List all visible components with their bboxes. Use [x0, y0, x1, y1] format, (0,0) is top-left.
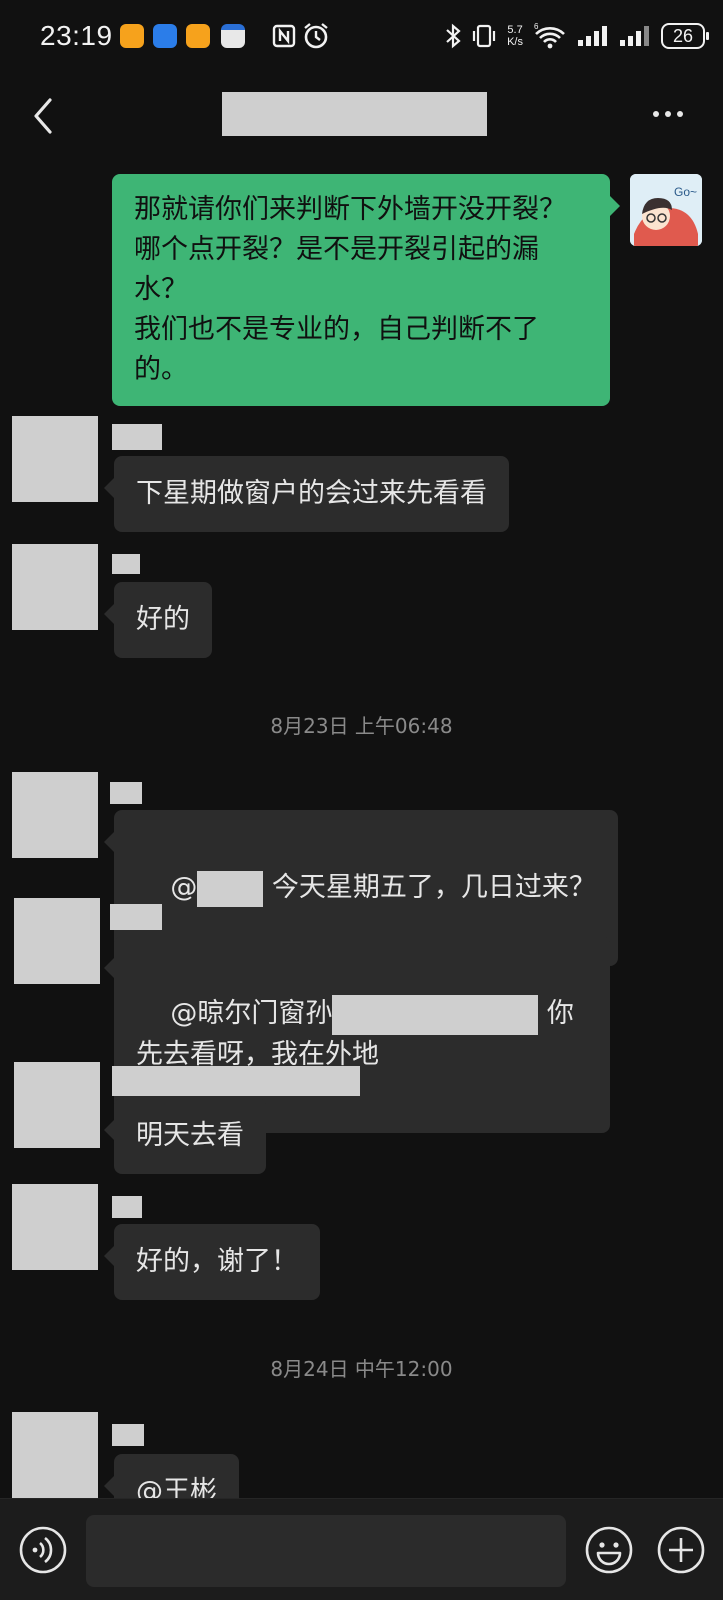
svg-text:6: 6	[534, 22, 539, 31]
sender-name-redacted	[112, 1424, 144, 1446]
sender-name-redacted	[112, 1196, 142, 1218]
avatar[interactable]	[12, 772, 98, 858]
chevron-left-icon[interactable]	[26, 96, 62, 136]
nfc-icon	[272, 24, 296, 48]
avatar[interactable]	[12, 1184, 98, 1270]
battery-icon: 26	[661, 23, 709, 49]
chat-header	[0, 74, 723, 158]
signal-icon	[578, 26, 607, 46]
dot	[677, 111, 683, 117]
chat-input-bar	[0, 1498, 723, 1600]
status-right-group: 5.7 K/s 6 26	[445, 20, 709, 52]
avatar[interactable]	[14, 1062, 100, 1148]
message-bubble-incoming[interactable]: 好的	[104, 582, 212, 658]
message-bubble-incoming[interactable]: @王彬	[104, 1454, 239, 1498]
mention-redacted	[332, 994, 539, 1035]
avatar[interactable]	[12, 1412, 98, 1498]
message-bubble-incoming[interactable]: 明天去看	[104, 1098, 266, 1174]
net-speed: 5.7 K/s	[507, 24, 523, 48]
svg-text:Go~: Go~	[674, 185, 697, 199]
sender-name-redacted	[112, 554, 140, 574]
message-bubble-incoming[interactable]: 下星期做窗户的会过来先看看	[104, 456, 509, 532]
message-timestamp: 8月23日 上午06:48	[270, 714, 453, 738]
status-bar: 23:19 5.7 K/s 6 26	[0, 0, 723, 74]
app-notification-icon	[186, 24, 210, 48]
avatar-cartoon-icon: Go~	[630, 174, 702, 246]
net-speed-value: 5.7	[507, 24, 523, 36]
mention-redacted	[197, 870, 264, 907]
sender-name-redacted	[112, 424, 162, 450]
voice-icon[interactable]	[18, 1525, 68, 1575]
avatar[interactable]	[14, 898, 100, 984]
sender-name-redacted	[110, 904, 162, 930]
mention-prefix: @晾尔门窗孙	[170, 998, 333, 1029]
chat-title-redacted	[222, 92, 487, 136]
message-text: 今天星期五了，几日过来？	[263, 872, 596, 903]
avatar[interactable]	[12, 544, 98, 630]
bluetooth-icon	[446, 23, 461, 49]
message-timestamp: 8月24日 中午12:00	[270, 1357, 453, 1381]
dot	[665, 111, 671, 117]
plus-circle-icon[interactable]	[656, 1525, 706, 1575]
net-speed-unit: K/s	[507, 36, 523, 48]
my-avatar[interactable]: Go~	[630, 174, 702, 246]
app-notification-icon	[120, 24, 144, 48]
sender-name-redacted	[110, 782, 142, 804]
dot	[653, 111, 659, 117]
message-list[interactable]: 那就请你们来判断下外墙开没开裂？哪个点开裂？是不是开裂引起的漏水？ 我们也不是专…	[0, 158, 723, 1498]
signal-icon	[620, 26, 649, 46]
emoji-icon[interactable]	[584, 1525, 634, 1575]
vibrate-icon	[472, 24, 496, 48]
status-time: 23:19	[40, 20, 113, 51]
wifi6-icon: 6	[534, 22, 565, 49]
app-notification-icon	[153, 24, 177, 48]
avatar[interactable]	[12, 416, 98, 502]
alarm-icon	[304, 23, 328, 49]
message-bubble-outgoing[interactable]: 那就请你们来判断下外墙开没开裂？哪个点开裂？是不是开裂引起的漏水？ 我们也不是专…	[112, 174, 620, 406]
mention-prefix: @	[170, 872, 198, 903]
sender-name-redacted	[112, 1066, 360, 1096]
more-horizontal-icon[interactable]	[653, 104, 693, 124]
message-input[interactable]	[86, 1515, 566, 1587]
message-bubble-incoming[interactable]: 好的，谢了！	[104, 1224, 320, 1300]
app-notification-icon	[221, 24, 245, 48]
